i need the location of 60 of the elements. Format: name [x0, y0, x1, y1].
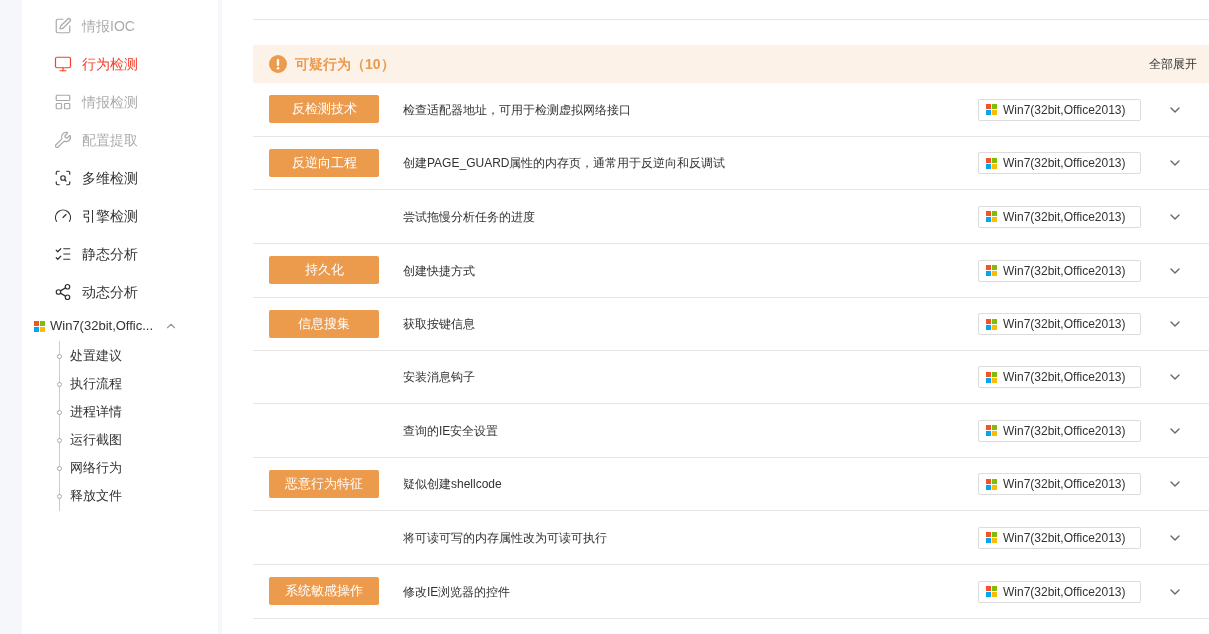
category-tag: 反检测技术: [269, 95, 379, 123]
behavior-text: 安装消息钩子: [403, 369, 475, 386]
behavior-text: 检查适配器地址，可用于检测虚拟网络接口: [403, 101, 631, 119]
windows-logo-icon: [986, 478, 997, 490]
sidebar-item[interactable]: 多维检测: [54, 159, 138, 197]
tools-icon: [54, 131, 72, 149]
windows-logo-icon: [986, 104, 997, 115]
behavior-text: 修改IE浏览器的控件: [403, 583, 511, 601]
sidebar-item[interactable]: 行为检测: [54, 45, 138, 83]
environment-tag: Win7(32bit,Office2013): [978, 313, 1141, 335]
category-tag: 持久化: [269, 256, 379, 284]
gauge-icon: [54, 207, 72, 225]
windows-logo-icon: [986, 425, 997, 436]
list-icon: [54, 245, 72, 263]
sidebar-link[interactable]: 运行截图: [70, 430, 122, 450]
section-title: 可疑行为（10）: [295, 54, 395, 74]
environment-tag: Win7(32bit,Office2013): [978, 98, 1141, 121]
monitor-icon: [54, 55, 72, 73]
category-tag: 信息搜集: [269, 310, 379, 338]
windows-logo-icon: [986, 318, 997, 330]
windows-logo-icon: [986, 157, 997, 169]
scan-icon: [54, 169, 72, 187]
category-tag: 恶意行为特征: [269, 470, 379, 498]
behavior-text: 获取按键信息: [403, 316, 475, 333]
behavior-text: 疑似创建shellcode: [403, 476, 502, 493]
sidebar-link[interactable]: 处置建议: [70, 346, 122, 366]
sidebar-link[interactable]: 执行流程: [70, 374, 122, 394]
environment-tag: Win7(32bit,Office2013): [978, 580, 1141, 603]
nodes-icon: [54, 283, 72, 301]
sidebar-item[interactable]: 静态分析: [54, 235, 138, 273]
sidebar-subitem[interactable]: Win7(32bit,Offic...: [34, 311, 179, 341]
sidebar-link[interactable]: 进程详情: [70, 402, 122, 422]
windows-logo-icon: [986, 532, 997, 543]
windows-logo-icon: [986, 371, 997, 383]
warning-icon: [269, 55, 287, 73]
behavior-text: 创建PAGE_GUARD属性的内存页，通常用于反逆向和反调试: [403, 155, 726, 172]
environment-tag: Win7(32bit,Office2013): [978, 419, 1141, 442]
sidebar-link[interactable]: 释放文件: [70, 486, 122, 506]
environment-tag: Win7(32bit,Office2013): [978, 205, 1141, 228]
behavior-text: 查询的IE安全设置: [403, 422, 499, 440]
behavior-text: 尝试拖慢分析任务的进度: [403, 208, 535, 226]
windows-logo-icon: [34, 320, 45, 332]
category-tag: 系统敏感操作: [269, 577, 379, 605]
environment-tag: Win7(32bit,Office2013): [978, 152, 1141, 174]
environment-tag: Win7(32bit,Office2013): [978, 259, 1141, 282]
sidebar-item[interactable]: 引擎检测: [54, 197, 138, 235]
layout-icon: [54, 93, 72, 111]
expand-all-link[interactable]: 全部展开: [1149, 55, 1197, 73]
sidebar-link[interactable]: 网络行为: [70, 458, 122, 478]
sidebar-item[interactable]: 动态分析: [54, 273, 138, 311]
environment-tag: Win7(32bit,Office2013): [978, 526, 1141, 549]
environment-tag: Win7(32bit,Office2013): [978, 473, 1141, 495]
behavior-text: 将可读可写的内存属性改为可读可执行: [403, 529, 607, 547]
behavior-text: 创建快捷方式: [403, 262, 475, 280]
edit-icon: [54, 17, 72, 35]
windows-logo-icon: [986, 586, 997, 597]
windows-logo-icon: [986, 265, 997, 276]
category-tag: 反逆向工程: [269, 149, 379, 177]
environment-tag: Win7(32bit,Office2013): [978, 366, 1141, 388]
windows-logo-icon: [986, 211, 997, 222]
